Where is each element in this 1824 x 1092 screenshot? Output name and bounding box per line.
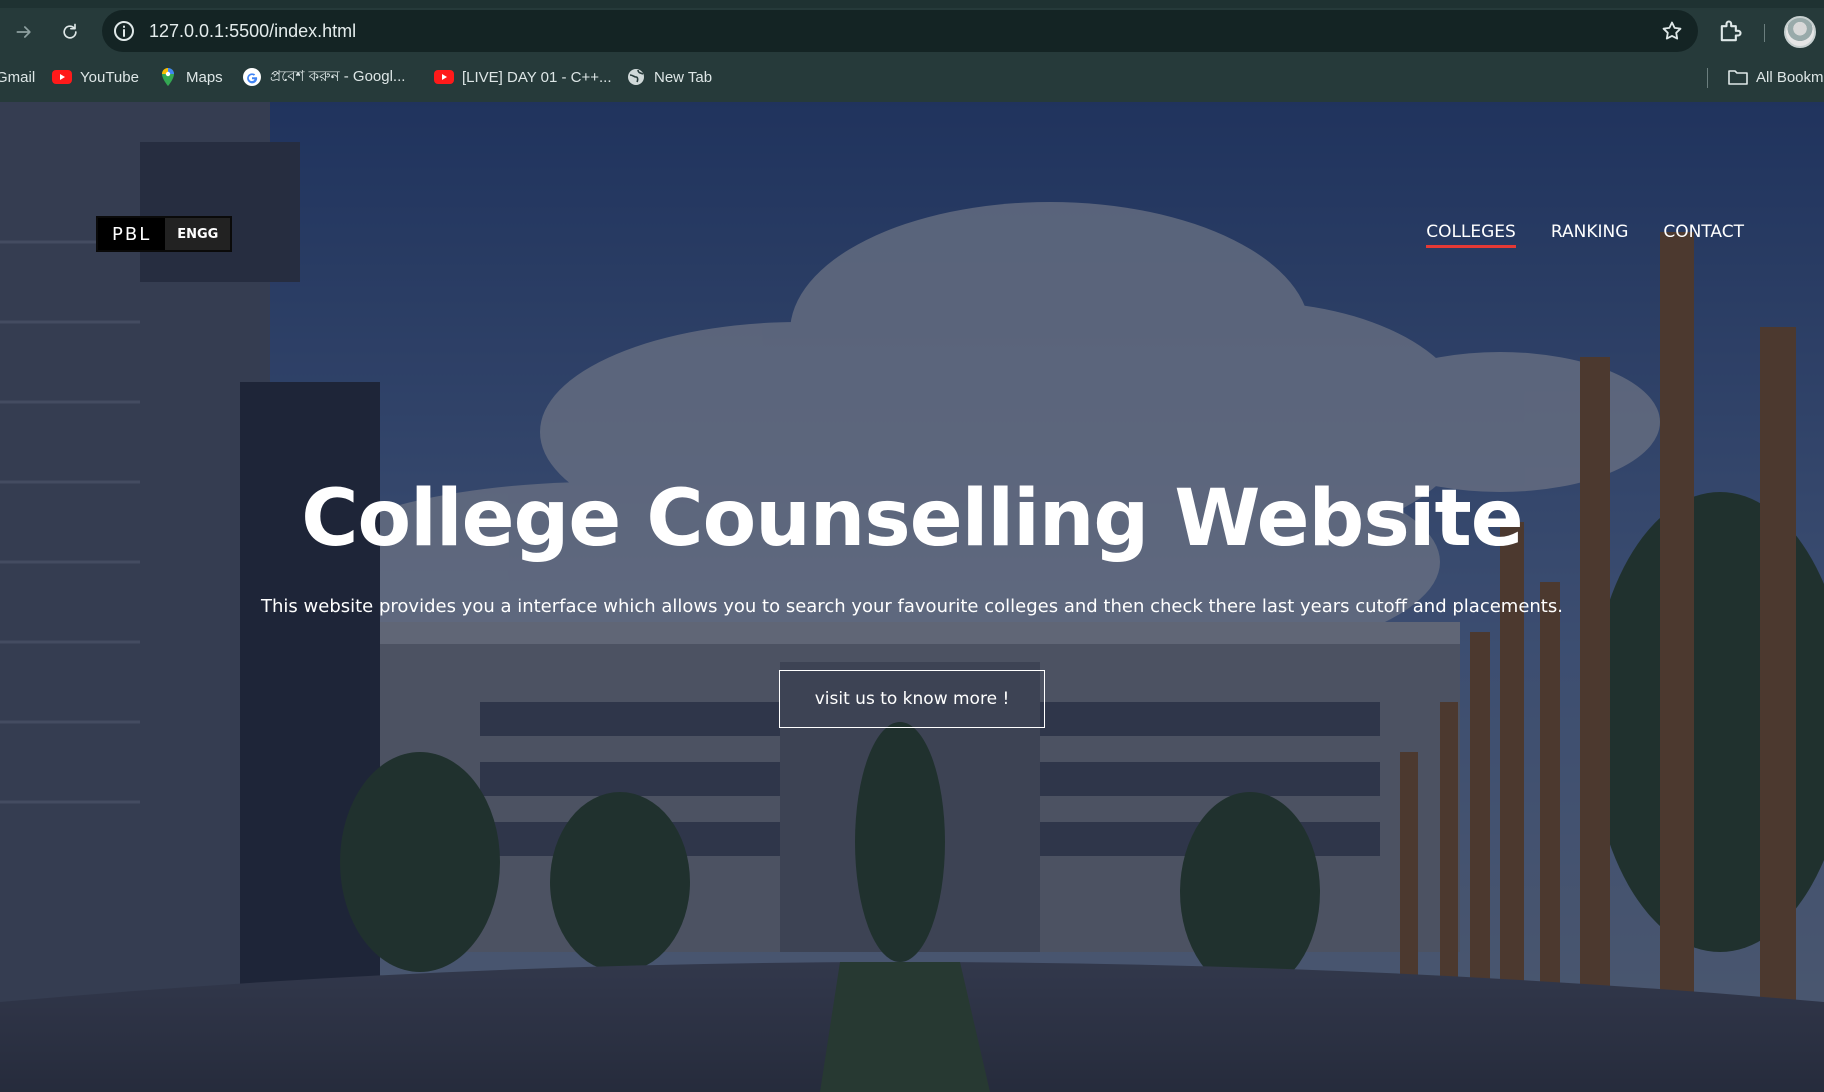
- bookmark-label: Gmail: [0, 68, 36, 86]
- folder-icon: [1728, 67, 1748, 87]
- toolbar-divider: [1764, 24, 1765, 42]
- maps-icon: [158, 67, 178, 87]
- site-info-icon[interactable]: [112, 19, 136, 43]
- bookmark-label: প্রবেশ করুন - Googl...: [270, 67, 406, 85]
- bookmark-label: New Tab: [654, 68, 713, 86]
- all-bookmarks[interactable]: All Bookm: [1728, 62, 1824, 92]
- google-icon: [242, 67, 262, 87]
- visit-us-button[interactable]: visit us to know more !: [779, 670, 1045, 728]
- site-logo[interactable]: PBL ENGG: [96, 216, 233, 252]
- tab-strip: [0, 0, 1824, 8]
- bookmark-label: Maps: [186, 68, 223, 86]
- profile-avatar[interactable]: [1784, 16, 1816, 48]
- browser-toolbar: 127.0.0.1:5500/index.html: [0, 8, 1824, 54]
- main-nav: COLLEGES RANKING CONTACT: [1426, 222, 1744, 248]
- browser-chrome: 127.0.0.1:5500/index.html Gmail YouTube …: [0, 0, 1824, 102]
- youtube-icon: [434, 67, 454, 87]
- bookmark-new-tab[interactable]: New Tab: [626, 62, 712, 92]
- nav-link-ranking[interactable]: RANKING: [1551, 222, 1629, 248]
- bookmark-youtube[interactable]: YouTube: [52, 62, 139, 92]
- bookmark-google[interactable]: প্রবেশ করুন - Googl...: [242, 62, 405, 92]
- arrow-right-icon: [16, 26, 31, 38]
- bookmark-live-day[interactable]: [LIVE] DAY 01 - C++...: [434, 62, 612, 92]
- nav-link-contact[interactable]: CONTACT: [1663, 222, 1744, 248]
- bookmarks-bar: Gmail YouTube Maps প্রবেশ করুন - Googl..…: [0, 62, 1824, 96]
- globe-icon: [626, 67, 646, 87]
- bookmark-label: YouTube: [80, 68, 139, 86]
- web-page: PBL ENGG COLLEGES RANKING CONTACT Colleg…: [0, 102, 1824, 1092]
- logo-text-pbl: PBL: [98, 218, 166, 250]
- logo-text-engg: ENGG: [165, 218, 231, 250]
- extensions-icon[interactable]: [1716, 18, 1744, 46]
- bookmark-star-icon[interactable]: [1660, 19, 1684, 43]
- bookmark-label: [LIVE] DAY 01 - C++...: [462, 68, 612, 86]
- url-text[interactable]: 127.0.0.1:5500/index.html: [149, 21, 356, 42]
- forward-button[interactable]: [8, 16, 40, 48]
- hero-title: College Counselling Website: [301, 474, 1523, 564]
- nav-link-colleges[interactable]: COLLEGES: [1426, 222, 1516, 248]
- bookmark-gmail[interactable]: Gmail: [0, 62, 35, 92]
- all-bookmarks-label: All Bookm: [1756, 68, 1824, 86]
- reload-icon: [63, 23, 77, 39]
- address-bar[interactable]: 127.0.0.1:5500/index.html: [102, 10, 1698, 52]
- reload-button[interactable]: [54, 16, 86, 48]
- hero-subtitle: This website provides you a interface wh…: [261, 596, 1563, 617]
- bookmark-maps[interactable]: Maps: [158, 62, 223, 92]
- bookmarks-divider: [1707, 68, 1708, 88]
- youtube-icon: [52, 67, 72, 87]
